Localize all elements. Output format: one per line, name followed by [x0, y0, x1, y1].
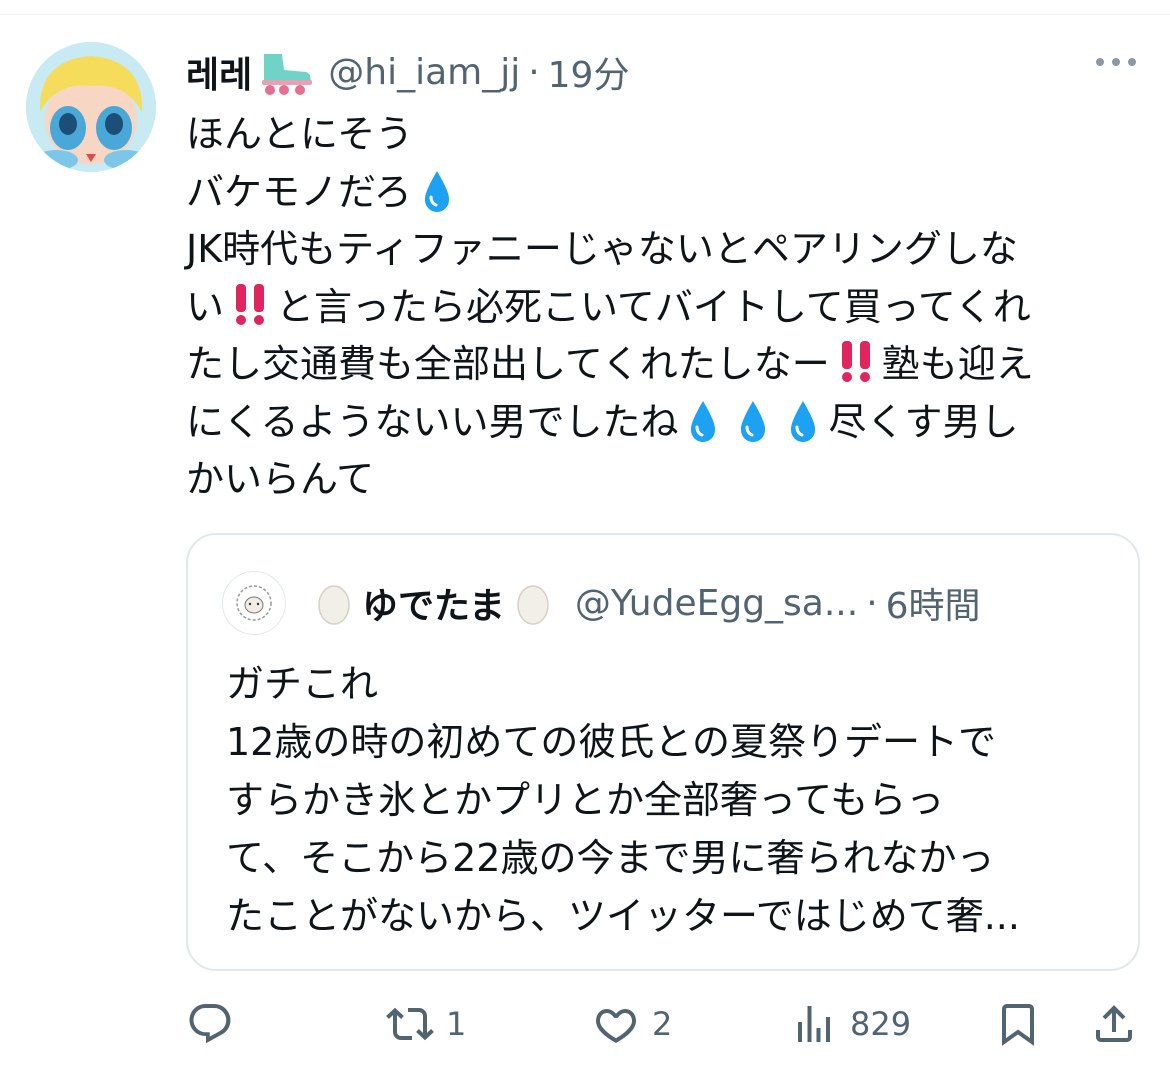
post-text: ほんとにそう バケモノだろ JK時代もティファニーじゃないとペアリングしな いと…	[186, 106, 1146, 509]
views-button[interactable]: 829	[790, 992, 911, 1056]
quoted-author-handle[interactable]: @YudeEgg_sa...	[575, 583, 858, 624]
bookmark-icon	[1002, 1004, 1034, 1046]
views-icon	[798, 1006, 830, 1042]
quoted-line: たことがないから、ツイッターではじめて奢...	[226, 894, 1020, 938]
quoted-time[interactable]: 6時間	[886, 577, 981, 629]
post-line: JK時代もティファニーじゃないとペアリングしな	[186, 227, 1018, 271]
quoted-header-separator: ·	[866, 582, 878, 624]
quoted-line: ガチこれ	[226, 662, 379, 706]
quoted-line: 12歳の時の初めての彼氏との夏祭りデートで	[226, 720, 996, 764]
double-exclamation-emoji	[834, 339, 878, 383]
more-icon[interactable]	[1096, 58, 1136, 66]
top-divider	[0, 14, 1170, 15]
post-line: にくるようないい男でしたね 尽くす男し	[186, 399, 1019, 444]
share-button[interactable]	[1090, 992, 1138, 1056]
quoted-author-avatar[interactable]	[222, 571, 286, 635]
heart-icon	[596, 1008, 636, 1043]
post-line: たし交通費も全部出してくれたしなー 塾も迎え	[186, 336, 1146, 394]
header-separator: ·	[528, 51, 540, 93]
retweet-icon	[386, 1007, 434, 1041]
sheep-avatar-image	[223, 572, 285, 634]
retweet-count: 1	[446, 1005, 467, 1043]
egg-emoji	[515, 581, 551, 625]
droplet-emoji	[422, 169, 452, 213]
quoted-text: ガチこれ 12歳の時の初めての彼氏との夏祭りデートで すらかき氷とかプリとか全部…	[226, 655, 1106, 945]
double-exclamation-emoji	[228, 282, 272, 326]
quoted-author-name[interactable]: ゆでたま	[362, 577, 505, 629]
post-line: かいらんて	[186, 457, 375, 501]
reply-button[interactable]	[186, 992, 246, 1056]
quoted-line: て、そこから22歳の今まで男に奢られなかっ	[226, 836, 995, 880]
roller-skate-emoji	[256, 48, 314, 96]
droplet-emoji	[738, 399, 768, 443]
reply-icon	[189, 1004, 231, 1044]
author-avatar[interactable]	[26, 42, 156, 172]
post-line: バケモノだろ	[186, 164, 1146, 222]
post-line: ほんとにそう	[186, 112, 414, 156]
views-count: 829	[850, 1005, 912, 1043]
droplet-emoji	[788, 399, 818, 443]
droplet-emoji	[688, 399, 718, 443]
like-button[interactable]: 2	[592, 992, 672, 1056]
retweet-button[interactable]: 1	[386, 992, 466, 1056]
share-icon	[1096, 1005, 1132, 1042]
post-line: いと言ったら必死こいてバイトして買ってくれ	[186, 279, 1146, 337]
quoted-tweet[interactable]: ゆでたま @YudeEgg_sa... · 6時間 ガチこれ 12歳の時の初めて…	[186, 533, 1140, 971]
author-handle[interactable]: @hi_iam_jj	[328, 52, 520, 93]
quoted-line: すらかき氷とかプリとか全部奢ってもらっ	[226, 778, 945, 822]
like-count: 2	[652, 1005, 673, 1043]
quoted-header: ゆでたま @YudeEgg_sa... · 6時間	[306, 575, 981, 631]
action-bar: 1 2 829	[186, 992, 1146, 1056]
avatar-image	[26, 42, 156, 172]
egg-emoji	[316, 581, 352, 625]
bookmark-button[interactable]	[994, 992, 1042, 1056]
author-name[interactable]: 레레	[186, 46, 252, 98]
post-time[interactable]: 19分	[548, 46, 630, 98]
post-header: 레레 @hi_iam_jj · 19分	[186, 44, 629, 100]
